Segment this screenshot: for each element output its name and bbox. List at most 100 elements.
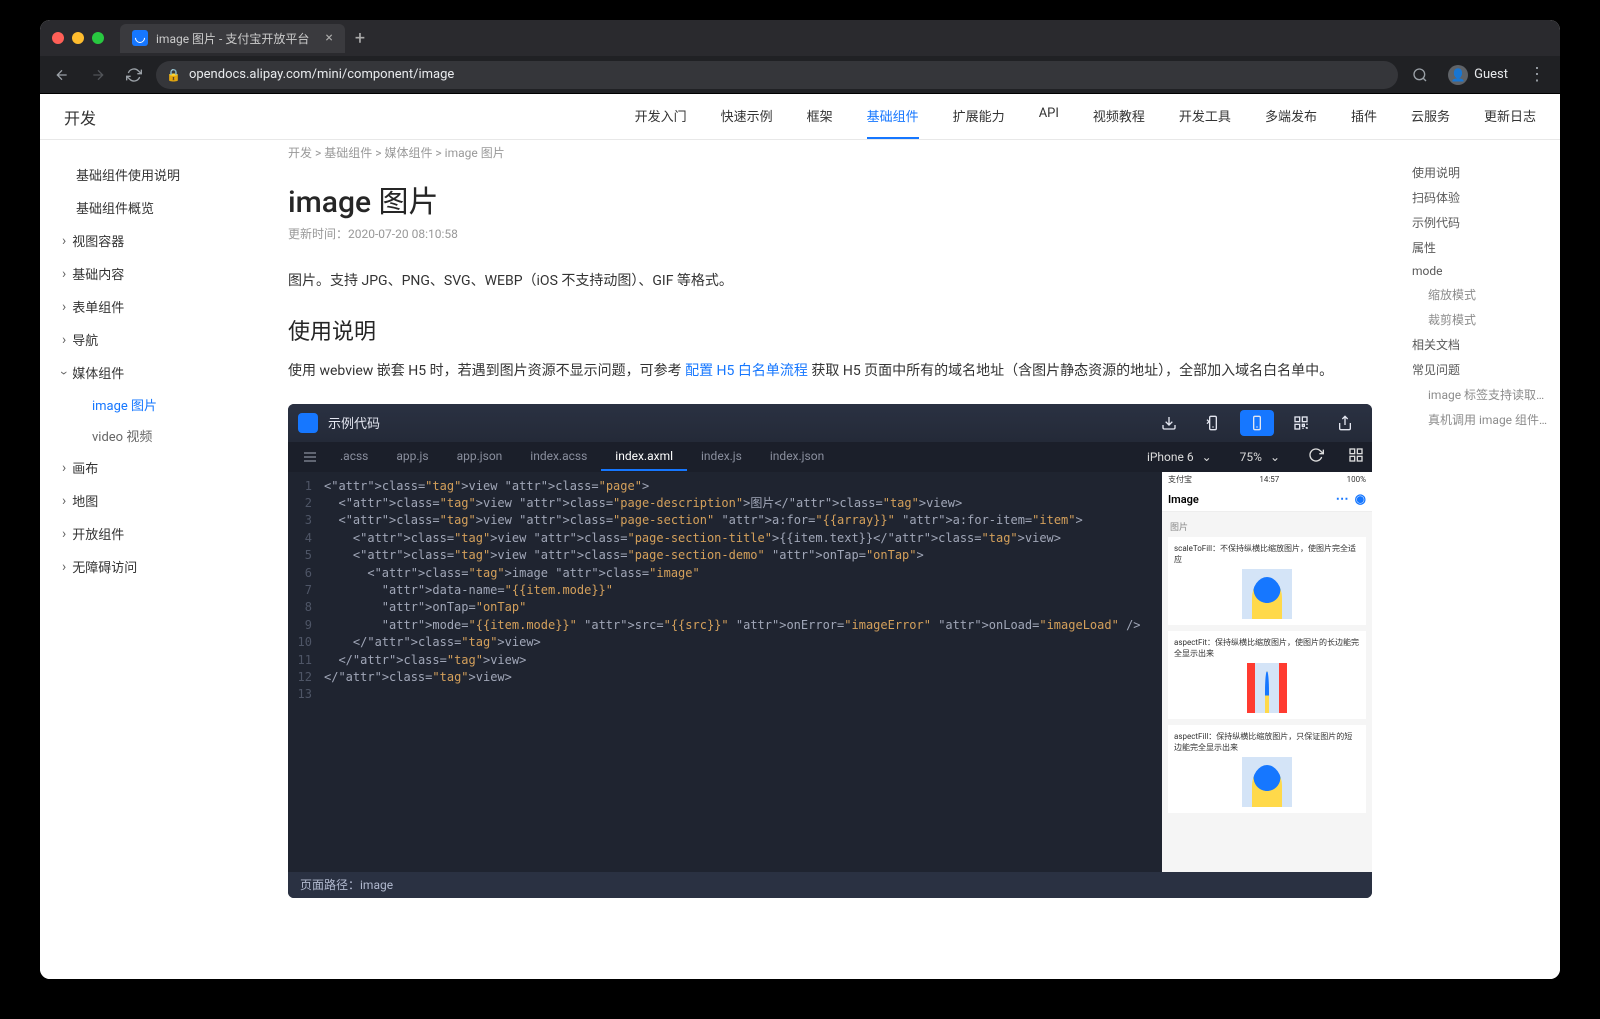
file-tab[interactable]: index.js xyxy=(687,443,756,471)
sidebar-item[interactable]: 媒体组件 xyxy=(40,356,260,389)
new-tab-button[interactable]: + xyxy=(355,28,365,49)
page-title: image 图片 xyxy=(288,177,1372,221)
update-time: 更新时间：2020-07-20 08:10:58 xyxy=(288,225,1372,242)
close-window-button[interactable] xyxy=(52,32,64,44)
refresh-preview-button[interactable] xyxy=(1308,447,1324,466)
chevron-down-icon: ⌄ xyxy=(1270,450,1280,464)
alipay-mini-icon xyxy=(298,413,318,433)
download-button[interactable] xyxy=(1152,410,1186,436)
h5-whitelist-link[interactable]: 配置 H5 白名单流程 xyxy=(685,363,808,379)
lock-icon: 🔒 xyxy=(166,68,181,82)
grid-preview-button[interactable] xyxy=(1348,447,1364,466)
qr-button[interactable] xyxy=(1284,410,1318,436)
sidebar-item[interactable]: 开放组件 xyxy=(40,517,260,550)
top-nav-item[interactable]: 扩展能力 xyxy=(953,94,1005,139)
preview-image xyxy=(1242,569,1292,619)
chevron-down-icon: ⌄ xyxy=(1202,450,1212,464)
intro-description: 图片。支持 JPG、PNG、SVG、WEBP（iOS 不支持动图）、GIF 等格… xyxy=(288,270,1372,294)
sidebar-item[interactable]: 基础组件概览 xyxy=(40,191,260,224)
toc-sub-item[interactable]: 裁剪模式 xyxy=(1412,307,1548,332)
preview-image xyxy=(1247,663,1287,713)
preview-card: aspectFit：保持纵横比缩放图片，使图片的长边能完全显示出来 xyxy=(1168,631,1366,719)
close-mini-icon[interactable]: ◉ xyxy=(1355,492,1366,507)
more-icon[interactable]: ⋯ xyxy=(1336,492,1349,507)
profile-button[interactable]: 👤 Guest xyxy=(1442,65,1514,85)
phone-nav-bar: Image ⋯◉ xyxy=(1162,488,1372,512)
top-nav-item[interactable]: 插件 xyxy=(1351,94,1377,139)
phone-preview-button[interactable] xyxy=(1240,410,1274,436)
full-preview-button[interactable] xyxy=(1196,410,1230,436)
toc-item[interactable]: 使用说明 xyxy=(1412,160,1548,185)
code-editor[interactable]: 1<"attr">class="tag">view "attr">class="… xyxy=(288,472,1162,872)
sidebar-item[interactable]: 地图 xyxy=(40,484,260,517)
search-icon xyxy=(1412,67,1428,83)
forward-button[interactable] xyxy=(84,61,112,89)
file-tab[interactable]: .acss xyxy=(326,443,382,471)
file-tab[interactable]: index.acss xyxy=(516,443,601,471)
toc-item[interactable]: mode xyxy=(1412,260,1548,282)
toc-item[interactable]: 扫码体验 xyxy=(1412,185,1548,210)
search-page-button[interactable] xyxy=(1406,61,1434,89)
preview-card: scaleToFill：不保持纵横比缩放图片，使图片完全适应 xyxy=(1168,537,1366,625)
sidebar-item[interactable]: 画布 xyxy=(40,451,260,484)
carrier-label: 支付宝 xyxy=(1168,474,1192,485)
toc-sub-item[interactable]: 真机调用 image 组件，… xyxy=(1412,407,1548,432)
phone-frame: 支付宝 14:57 100% Image ⋯◉ 图片 scaleToFill：不… xyxy=(1162,472,1372,872)
top-nav: 开发入门快速示例框架基础组件扩展能力 API 视频教程开发工具多端发布插件云服务更新… xyxy=(635,94,1536,139)
url-field[interactable]: 🔒 opendocs.alipay.com/mini/component/ima… xyxy=(156,61,1398,89)
top-nav-item[interactable]: 云服务 xyxy=(1411,94,1450,139)
top-nav-item[interactable]: 多端发布 xyxy=(1265,94,1317,139)
tab-title: image 图片 - 支付宝开放平台 xyxy=(156,30,309,47)
preview-card-text: aspectFit：保持纵横比缩放图片，使图片的长边能完全显示出来 xyxy=(1174,637,1360,659)
download-icon xyxy=(1161,415,1177,431)
top-nav-item[interactable]: 开发入门 xyxy=(635,94,687,139)
phone-status-bar: 支付宝 14:57 100% xyxy=(1162,472,1372,488)
toc-item[interactable]: 属性 xyxy=(1412,235,1548,260)
browser-window: image 图片 - 支付宝开放平台 × + 🔒 opendocs.alipay… xyxy=(40,20,1560,979)
toc-item[interactable]: 相关文档 xyxy=(1412,332,1548,357)
browser-tab[interactable]: image 图片 - 支付宝开放平台 × xyxy=(120,24,345,53)
top-nav-item[interactable]: 开发工具 xyxy=(1179,94,1231,139)
refresh-icon xyxy=(1308,447,1324,463)
sidebar-item[interactable]: 导航 xyxy=(40,323,260,356)
preview-image xyxy=(1242,757,1292,807)
sidebar-item[interactable]: 无障碍访问 xyxy=(40,550,260,583)
device-preview: 支付宝 14:57 100% Image ⋯◉ 图片 scaleToFill：不… xyxy=(1162,472,1372,872)
file-tab[interactable]: app.js xyxy=(382,443,442,471)
minimize-window-button[interactable] xyxy=(72,32,84,44)
tab-favicon-icon xyxy=(132,30,148,46)
top-nav-item[interactable]: API xyxy=(1039,94,1059,139)
file-tab[interactable]: app.json xyxy=(443,443,517,471)
top-nav-item[interactable]: 框架 xyxy=(807,94,833,139)
maximize-window-button[interactable] xyxy=(92,32,104,44)
sidebar-item[interactable]: 视图容器 xyxy=(40,224,260,257)
battery-label: 100% xyxy=(1347,475,1366,484)
sidebar-item[interactable]: 基础内容 xyxy=(40,257,260,290)
top-nav-item[interactable]: 更新日志 xyxy=(1484,94,1536,139)
tab-close-button[interactable]: × xyxy=(325,30,332,46)
sidebar-item[interactable]: 表单组件 xyxy=(40,290,260,323)
top-nav-item[interactable]: 基础组件 xyxy=(867,94,919,139)
toc-sub-item[interactable]: 缩放模式 xyxy=(1412,282,1548,307)
reload-button[interactable] xyxy=(120,61,148,89)
footer-path-label: 页面路径： xyxy=(300,876,360,893)
toc-sub-item[interactable]: image 标签支持读取流文… xyxy=(1412,382,1548,407)
arrow-left-icon xyxy=(54,67,70,83)
top-nav-item[interactable]: 快速示例 xyxy=(721,94,773,139)
zoom-selector[interactable]: 75% xyxy=(1240,450,1262,464)
sidebar-sub-item[interactable]: image 图片 xyxy=(92,389,260,420)
toc-item[interactable]: 示例代码 xyxy=(1412,210,1548,235)
file-tree-button[interactable] xyxy=(296,443,324,471)
browser-menu-button[interactable]: ⋮ xyxy=(1522,64,1552,85)
device-selector[interactable]: iPhone 6 xyxy=(1147,450,1194,464)
share-button[interactable] xyxy=(1328,410,1362,436)
back-button[interactable] xyxy=(48,61,76,89)
sidebar-item[interactable]: 基础组件使用说明 xyxy=(40,158,260,191)
file-tab[interactable]: index.json xyxy=(756,443,838,471)
toc-item[interactable]: 常见问题 xyxy=(1412,357,1548,382)
file-tab[interactable]: index.axml xyxy=(601,443,687,471)
sidebar-sub-item[interactable]: video 视频 xyxy=(92,420,260,451)
top-nav-item[interactable]: 视频教程 xyxy=(1093,94,1145,139)
clock-label: 14:57 xyxy=(1259,475,1279,484)
code-file-tabs: .acssapp.jsapp.jsonindex.acssindex.axmli… xyxy=(288,442,1372,472)
